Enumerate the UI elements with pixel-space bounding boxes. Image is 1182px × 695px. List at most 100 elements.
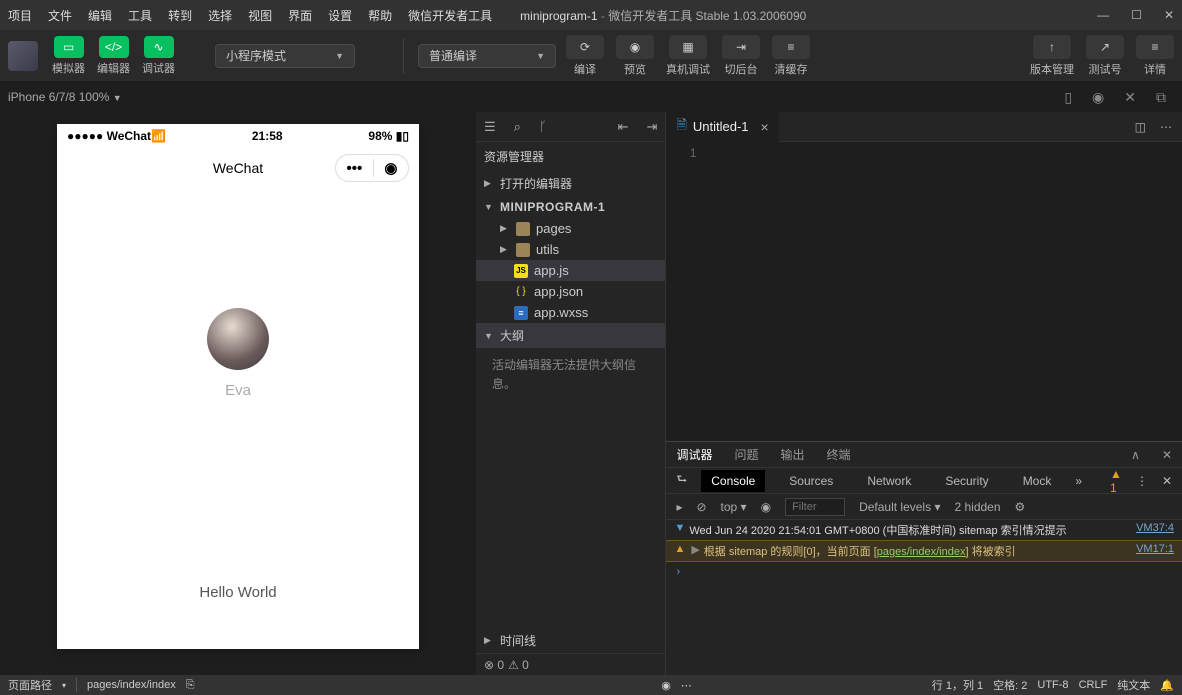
timeline-section[interactable]: ▶时间线 — [476, 628, 665, 653]
eol[interactable]: CRLF — [1079, 679, 1108, 691]
chevron-right-icon[interactable]: » — [1075, 474, 1082, 488]
log-source-link[interactable]: VM17:1 — [1136, 543, 1174, 559]
remote-debug-button[interactable]: ▦ — [669, 35, 707, 59]
tab-problems[interactable]: 问题 — [734, 446, 758, 463]
levels-dropdown[interactable]: Default levels ▾ — [859, 500, 940, 514]
detail-button[interactable]: ≡ — [1136, 35, 1174, 59]
language-mode[interactable]: 纯文本 — [1117, 677, 1150, 693]
user-avatar-small[interactable] — [8, 41, 38, 71]
device-record-icon[interactable]: ◉ — [1092, 89, 1104, 106]
more-icon[interactable]: ⋯ — [1160, 120, 1172, 134]
page-path-value[interactable]: pages/index/index — [87, 679, 176, 691]
search-icon[interactable]: ⌕ — [514, 119, 521, 135]
tab-network[interactable]: Network — [857, 470, 921, 492]
menu-select[interactable]: 选择 — [208, 7, 232, 24]
maximize-icon[interactable]: ☐ — [1131, 8, 1142, 22]
tab-security[interactable]: Security — [935, 470, 998, 492]
capsule-button[interactable]: ••• ◉ — [335, 154, 409, 182]
tab-output[interactable]: 输出 — [780, 446, 804, 463]
hidden-count[interactable]: 2 hidden — [954, 500, 1000, 514]
tab-sources[interactable]: Sources — [779, 470, 843, 492]
file-appjs[interactable]: JSapp.js — [476, 260, 665, 281]
tab-terminal[interactable]: 终端 — [826, 446, 850, 463]
carrier-label: ●●●●● WeChat📶 — [67, 129, 166, 143]
cursor-pos[interactable]: 行 1，列 1 — [932, 677, 983, 693]
clear-console-icon[interactable]: ⊘ — [696, 500, 706, 514]
devtools-close-icon[interactable]: ✕ — [1162, 474, 1172, 488]
compile-mode-dropdown[interactable]: 普通编译▼ — [418, 44, 556, 68]
open-editors-section[interactable]: ▶打开的编辑器 — [476, 171, 665, 196]
console-filter-input[interactable] — [785, 498, 845, 516]
version-button[interactable]: ↑ — [1033, 35, 1071, 59]
context-dropdown[interactable]: top ▾ — [721, 500, 747, 514]
menu-project[interactable]: 项目 — [8, 7, 32, 24]
tab-debugger[interactable]: 调试器 — [676, 446, 712, 463]
folder-pages[interactable]: ▶pages — [476, 218, 665, 239]
menu-file[interactable]: 文件 — [48, 7, 72, 24]
file-appwxss[interactable]: ≡app.wxss — [476, 302, 665, 323]
export-icon[interactable]: ⇥ — [647, 119, 658, 135]
list-icon[interactable]: ☰ — [484, 119, 496, 135]
menu-goto[interactable]: 转到 — [168, 7, 192, 24]
bell-icon[interactable]: 🔔 — [1160, 679, 1174, 692]
branch-icon[interactable]: ᚴ — [539, 119, 547, 134]
menu-dots-icon[interactable]: ••• — [347, 160, 363, 177]
encoding[interactable]: UTF-8 — [1037, 679, 1068, 691]
editor-body[interactable]: 1 — [666, 142, 1182, 441]
folder-utils[interactable]: ▶utils — [476, 239, 665, 260]
device-selector[interactable]: iPhone 6/7/8 100% ▼ — [8, 90, 122, 104]
editor-tab-untitled[interactable]: 🗎 Untitled-1 × — [666, 112, 778, 142]
preview-button[interactable]: ◉ — [616, 35, 654, 59]
panel-close-icon[interactable]: ✕ — [1162, 448, 1172, 462]
warning-badge[interactable]: ▲ 1 — [1110, 467, 1122, 495]
menu-tools[interactable]: 工具 — [128, 7, 152, 24]
menu-edit[interactable]: 编辑 — [88, 7, 112, 24]
console-log[interactable]: ▼ Wed Jun 24 2020 21:54:01 GMT+0800 (中国标… — [666, 520, 1182, 675]
log-source-link[interactable]: VM37:4 — [1136, 522, 1174, 538]
chevron-up-icon[interactable]: ∧ — [1131, 448, 1140, 462]
menubar: 项目 文件 编辑 工具 转到 选择 视图 界面 设置 帮助 微信开发者工具 mi… — [0, 0, 1182, 30]
testid-button[interactable]: ↗ — [1086, 35, 1124, 59]
kebab-icon[interactable]: ⋮ — [1136, 474, 1148, 488]
compile-button[interactable]: ⟳ — [566, 35, 604, 59]
errors-count[interactable]: ⊗ 0 — [484, 658, 504, 672]
inspect-icon[interactable]: ⮑ — [676, 470, 687, 491]
warnings-count[interactable]: ⚠ 0 — [508, 658, 529, 672]
tab-close-icon[interactable]: × — [761, 119, 769, 135]
menu-devtool[interactable]: 微信开发者工具 — [408, 7, 492, 24]
warn-icon: ▲ — [674, 543, 685, 559]
tab-mock[interactable]: Mock — [1013, 470, 1062, 492]
outline-section[interactable]: ▼大纲 — [476, 323, 665, 348]
eye-icon[interactable]: ◉ — [761, 500, 771, 514]
mode-dropdown[interactable]: 小程序模式▼ — [215, 44, 355, 68]
file-appjson[interactable]: { }app.json — [476, 281, 665, 302]
minimize-icon[interactable]: — — [1097, 8, 1109, 22]
debugger-button[interactable]: ∿ — [144, 36, 174, 58]
editor-button[interactable]: </> — [99, 36, 129, 58]
close-icon[interactable]: ✕ — [1164, 8, 1174, 22]
console-prompt[interactable]: › — [666, 562, 1182, 582]
gear-icon[interactable]: ⚙ — [1015, 500, 1026, 514]
page-link[interactable]: pages/index/index — [877, 546, 966, 558]
device-portrait-icon[interactable]: ▯ — [1064, 89, 1072, 106]
toggle-sidebar-icon[interactable]: ▸ — [676, 500, 682, 514]
menu-settings[interactable]: 设置 — [328, 7, 352, 24]
tab-console[interactable]: Console — [701, 470, 765, 492]
target-icon[interactable]: ◉ — [384, 159, 397, 177]
user-avatar[interactable] — [207, 308, 269, 370]
menu-interface[interactable]: 界面 — [288, 7, 312, 24]
project-section[interactable]: ▼MINIPROGRAM-1 — [476, 196, 665, 218]
more-status-icon[interactable]: ⋯ — [681, 679, 692, 692]
simulator-button[interactable]: ▭ — [54, 36, 84, 58]
indentation[interactable]: 空格: 2 — [993, 677, 1027, 693]
menu-help[interactable]: 帮助 — [368, 7, 392, 24]
split-editor-icon[interactable]: ◫ — [1135, 120, 1146, 134]
eye-status-icon[interactable]: ◉ — [661, 679, 671, 692]
background-button[interactable]: ⇥ — [722, 35, 760, 59]
copy-icon[interactable]: ⎘ — [186, 679, 195, 692]
import-icon[interactable]: ⇤ — [618, 119, 629, 135]
device-popout-icon[interactable]: ⧉ — [1156, 89, 1166, 106]
device-mute-icon[interactable]: ✕ — [1124, 89, 1136, 106]
clear-cache-button[interactable]: ≡ — [772, 35, 810, 59]
menu-view[interactable]: 视图 — [248, 7, 272, 24]
